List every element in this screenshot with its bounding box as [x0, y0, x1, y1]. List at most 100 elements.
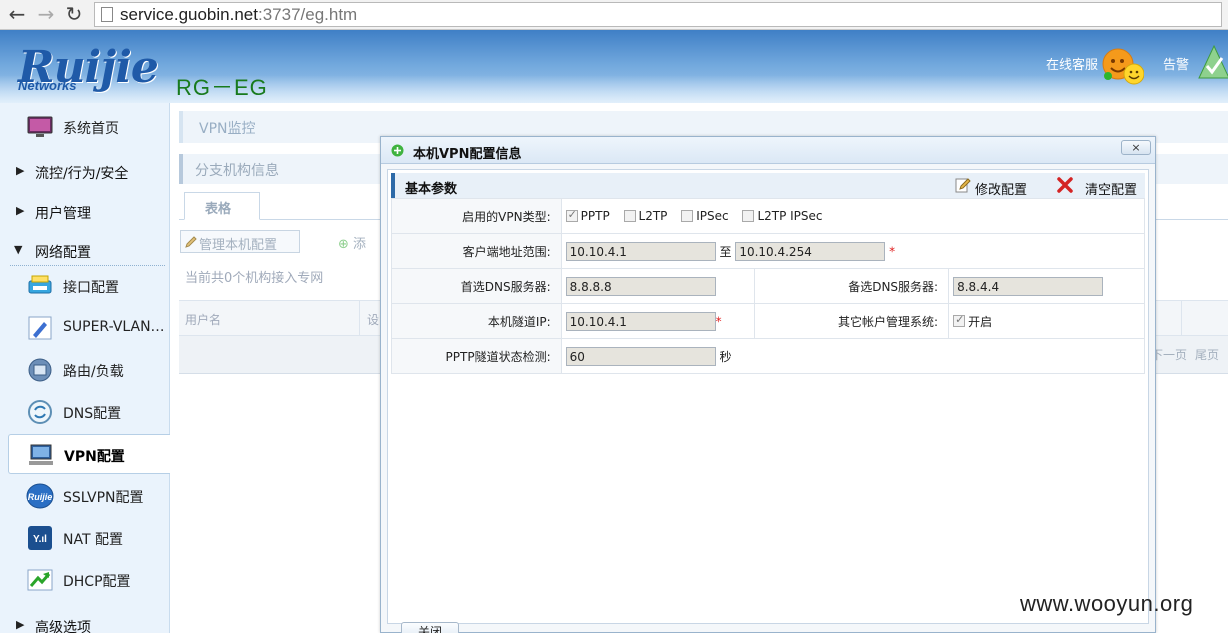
- routing-icon: [28, 358, 52, 382]
- reload-icon[interactable]: ↻: [63, 3, 85, 25]
- sidebar-item-sslvpn[interactable]: Ruijie SSLVPN配置: [0, 476, 170, 516]
- sidebar-item-dns[interactable]: DNS配置: [0, 392, 170, 432]
- checkbox-label: IPSec: [696, 209, 729, 224]
- pager-last[interactable]: 尾页: [1195, 346, 1219, 363]
- row-client-range: 客户端地址范围: 10.10.4.1 至 10.10.4.254 *: [391, 233, 1146, 269]
- sidebar-item-label: 系统首页: [63, 121, 119, 137]
- required-mark: *: [889, 244, 896, 258]
- forward-arrow-icon[interactable]: →: [35, 3, 57, 25]
- sidebar-group-label: 流控/行为/安全: [35, 166, 129, 182]
- pptp-check-label: PPTP隧道状态检测:: [391, 338, 562, 374]
- sidebar-item-label: 路由/负载: [63, 364, 124, 380]
- page-icon: [101, 7, 113, 22]
- button-label: 修改配置: [975, 183, 1028, 198]
- dialog-close-footer-button[interactable]: 关闭: [401, 622, 459, 633]
- manage-local-config-button[interactable]: 管理本机配置: [180, 230, 300, 253]
- sidebar-item-dhcp[interactable]: DHCP配置: [0, 560, 170, 600]
- sidebar-item-supervlan[interactable]: SUPER-VLAN…: [0, 308, 170, 348]
- supervlan-icon: [28, 316, 52, 340]
- seconds-unit: 秒: [719, 349, 732, 364]
- other-mgmt-label: 其它帐户管理系统:: [753, 303, 950, 339]
- alert-link[interactable]: 告警: [1163, 54, 1189, 73]
- add-button[interactable]: ⊕ 添: [338, 233, 366, 252]
- address-bar[interactable]: service.guobin.net:3737/eg.htm: [94, 2, 1222, 27]
- client-range-start-input[interactable]: 10.10.4.1: [565, 241, 716, 261]
- caret-right-icon: ▶: [16, 618, 25, 631]
- org-count-text: 当前共0个机构接入专网: [185, 271, 324, 286]
- column-divider: [1181, 301, 1182, 337]
- tab-table[interactable]: 表格: [184, 192, 260, 220]
- client-range-end-input[interactable]: 10.10.4.254: [735, 241, 886, 261]
- button-label: 添: [353, 237, 367, 252]
- l2tp-checkbox[interactable]: [623, 210, 636, 223]
- row-tunnel-ip: 本机隧道IP: 10.10.4.1* 其它帐户管理系统: 开启: [391, 303, 1145, 339]
- pptp-check-input[interactable]: 60: [565, 346, 716, 366]
- url-host: service.guobin.net: [120, 5, 258, 24]
- dialog-titlebar: 本机VPN配置信息 ×: [381, 137, 1155, 164]
- checkbox-label: L2TP IPSec: [757, 209, 823, 224]
- sidebar-item-interface[interactable]: 接口配置: [0, 266, 170, 306]
- sidebar-item-nat[interactable]: Y.ıl NAT 配置: [0, 518, 170, 558]
- tunnel-ip-cell: 10.10.4.1 *: [560, 303, 755, 339]
- row-dns: 首选DNS服务器: 8.8.8.8 备选DNS服务器: 8.8.4.4: [391, 268, 1145, 304]
- vpn-config-dialog: 本机VPN配置信息 × 基本参数 修改配置 清空配置 启用的VPN类型: ✓ P…: [380, 136, 1156, 633]
- alert-icon[interactable]: [1198, 44, 1228, 82]
- vpn-params-table: 启用的VPN类型: PPTP L2TP IPSec L2TP IPSec 客户端…: [391, 198, 1146, 374]
- row-pptp-check: PPTP隧道状态检测: 60 秒: [391, 338, 1146, 374]
- dns1-input[interactable]: 8.8.8.8: [565, 276, 716, 296]
- tunnel-ip-label: 本机隧道IP:: [391, 303, 562, 339]
- sidebar-group-users[interactable]: ▶ 用户管理: [0, 199, 170, 227]
- section-title-text: 分支机构信息: [195, 163, 279, 179]
- sslvpn-icon: Ruijie: [26, 483, 54, 509]
- watermark: www.wooyun.org: [1020, 591, 1194, 616]
- sidebar-group-network[interactable]: ▼ 网络配置: [10, 238, 165, 266]
- sidebar-item-routing[interactable]: 路由/负载: [0, 350, 170, 390]
- column-header-device: 设: [367, 313, 380, 327]
- dialog-body: 基本参数 修改配置 清空配置 启用的VPN类型: PPTP: [387, 169, 1149, 624]
- dns2-input[interactable]: 8.8.4.4: [953, 276, 1104, 296]
- pptp-checkbox[interactable]: [565, 208, 578, 223]
- sidebar-item-home[interactable]: 系统首页: [0, 107, 170, 147]
- back-arrow-icon[interactable]: ←: [6, 3, 28, 25]
- panel-title: 基本参数: [405, 182, 458, 197]
- sidebar-item-label: SSLVPN配置: [63, 490, 144, 506]
- smiley-icon[interactable]: [1102, 46, 1144, 86]
- sidebar-item-label: 接口配置: [63, 280, 119, 296]
- sidebar-item-vpn[interactable]: VPN配置: [8, 434, 171, 474]
- online-service-link[interactable]: 在线客服: [1046, 54, 1098, 73]
- sidebar: 系统首页 ▶ 流控/行为/安全 ▶ 用户管理 ▼ 网络配置 接口配置 SUPER…: [0, 103, 171, 633]
- other-mgmt-cell: 开启: [948, 303, 1145, 339]
- other-mgmt-checkbox[interactable]: [953, 313, 966, 327]
- button-label: 清空配置: [1085, 183, 1138, 198]
- monitor-icon: [27, 116, 53, 137]
- ipsec-checkbox[interactable]: [681, 210, 694, 223]
- model-name: RG－EG: [176, 75, 268, 100]
- column-header-user: 用户名: [185, 313, 222, 327]
- logo-subtitle: Networks: [18, 78, 77, 93]
- tunnel-ip-input[interactable]: 10.10.4.1: [565, 311, 716, 331]
- sidebar-group-label: 高级选项: [35, 620, 91, 633]
- dhcp-icon: [27, 569, 53, 591]
- sidebar-group-traffic[interactable]: ▶ 流控/行为/安全: [0, 159, 170, 187]
- panel-header: 基本参数 修改配置 清空配置: [391, 173, 1145, 198]
- dialog-close-button[interactable]: ×: [1121, 140, 1151, 155]
- caret-right-icon: ▶: [16, 204, 25, 217]
- sidebar-item-label: DHCP配置: [63, 574, 131, 590]
- checkbox-label: 开启: [968, 314, 993, 329]
- vpn-type-options: PPTP L2TP IPSec L2TP IPSec: [560, 198, 1146, 234]
- required-mark: *: [715, 314, 722, 328]
- checkbox-label: L2TP: [638, 209, 668, 224]
- client-range-values: 10.10.4.1 至 10.10.4.254 *: [560, 233, 1146, 269]
- dns1-label: 首选DNS服务器:: [391, 268, 562, 304]
- url-path: :3737/eg.htm: [257, 5, 358, 24]
- svg-text:Y.ıl: Y.ıl: [33, 534, 47, 545]
- client-range-label: 客户端地址范围:: [391, 233, 562, 269]
- row-vpn-type: 启用的VPN类型: PPTP L2TP IPSec L2TP IPSec: [391, 198, 1146, 234]
- pager-next[interactable]: 下一页: [1151, 346, 1187, 363]
- dns-icon: [28, 400, 52, 424]
- sidebar-group-advanced[interactable]: ▶ 高级选项: [0, 613, 170, 633]
- sidebar-item-label: SUPER-VLAN…: [63, 319, 165, 335]
- sidebar-item-label: NAT 配置: [63, 532, 123, 548]
- l2tp-ipsec-checkbox[interactable]: [742, 210, 755, 223]
- range-to-text: 至: [719, 244, 732, 259]
